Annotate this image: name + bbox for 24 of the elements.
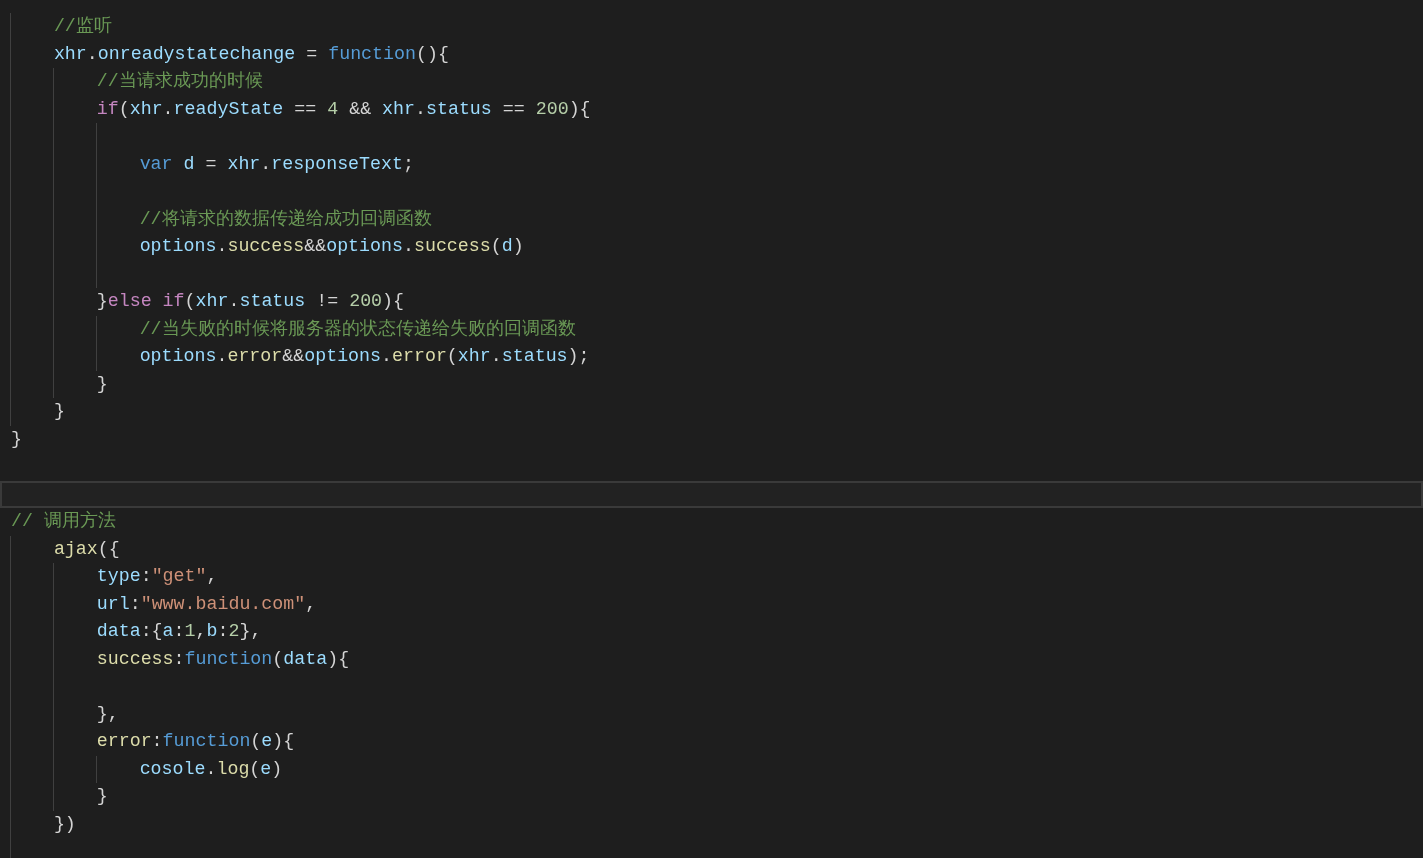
code-line: options.success&&options.success(d) xyxy=(139,235,524,258)
code-line: type:"get", xyxy=(96,565,218,588)
code-comment: //监听 xyxy=(53,15,112,38)
code-line: url:"www.baidu.com", xyxy=(96,592,317,616)
code-line: }) xyxy=(53,812,76,836)
code-line: error:function(e){ xyxy=(96,730,295,753)
code-line: } xyxy=(96,372,108,396)
code-comment: // 调用方法 xyxy=(11,510,116,533)
code-line: cosole.log(e) xyxy=(139,757,283,781)
code-line: if(xhr.readyState == 4 && xhr.status == 200){ xyxy=(96,97,591,121)
code-comment: //当失败的时候将服务器的状态传递给失败的回调函数 xyxy=(139,317,576,341)
code-line: data:{a:1,b:2}, xyxy=(96,620,262,643)
code-line: } xyxy=(11,427,22,451)
code-comment: //当请求成功的时候 xyxy=(96,70,263,93)
code-line: var d = xhr.responseText; xyxy=(139,152,414,176)
code-line: } xyxy=(96,785,108,808)
code-line: ajax({ xyxy=(53,537,120,561)
code-line: success:function(data){ xyxy=(96,647,350,671)
code-comment: //将请求的数据传递给成功回调函数 xyxy=(139,207,432,231)
code-line: } xyxy=(53,400,65,423)
code-line: }, xyxy=(96,702,119,726)
code-line: options.error&&options.error(xhr.status); xyxy=(139,345,590,368)
code-line: }else if(xhr.status != 200){ xyxy=(96,290,405,313)
code-line: xhr.onreadystatechange = function(){ xyxy=(53,42,449,66)
